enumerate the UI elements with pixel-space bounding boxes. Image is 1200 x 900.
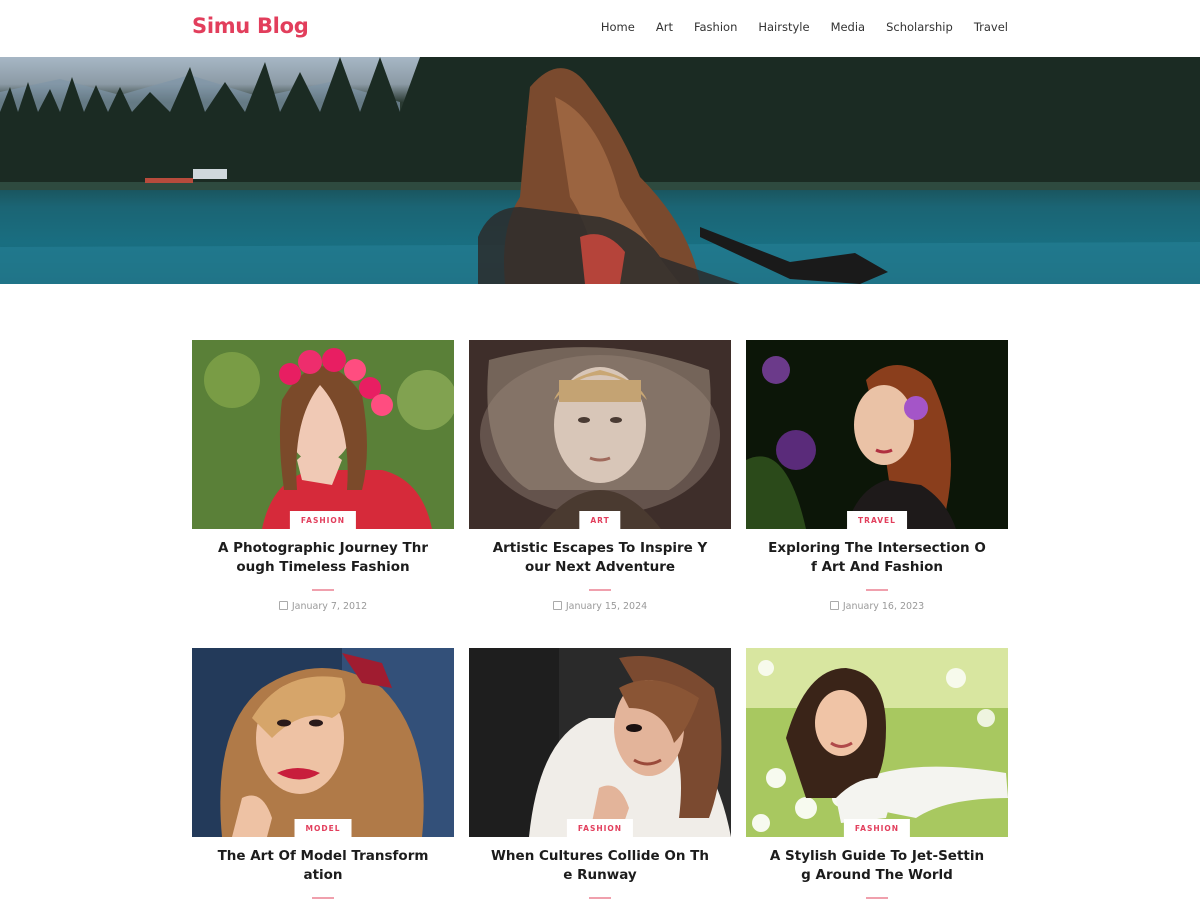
post-thumbnail[interactable]: ART xyxy=(469,340,731,529)
post-card[interactable]: MODEL The Art Of Model Transformation xyxy=(192,648,454,899)
nav-item-home[interactable]: Home xyxy=(601,20,635,34)
post-title[interactable]: A Stylish Guide To Jet-Setting Around Th… xyxy=(746,847,1008,885)
nav-item-fashion[interactable]: Fashion xyxy=(694,20,737,34)
post-thumbnail[interactable]: TRAVEL xyxy=(746,340,1008,529)
post-date: January 16, 2023 xyxy=(746,600,1008,612)
hero-banner-image xyxy=(0,57,1200,284)
site-header: Simu Blog Home Art Fashion Hairstyle Med… xyxy=(0,0,1200,57)
nav-item-art[interactable]: Art xyxy=(656,20,673,34)
title-separator xyxy=(312,897,334,899)
title-separator xyxy=(866,589,888,591)
post-card[interactable]: FASHION A Stylish Guide To Jet-Setting A… xyxy=(746,648,1008,899)
calendar-icon xyxy=(552,600,562,610)
post-title[interactable]: The Art Of Model Transformation xyxy=(192,847,454,885)
category-badge[interactable]: FASHION xyxy=(566,819,634,837)
nav-item-hairstyle[interactable]: Hairstyle xyxy=(758,20,809,34)
site-logo[interactable]: Simu Blog xyxy=(192,14,309,38)
post-card[interactable]: FASHION When Cultures Collide On The Run… xyxy=(469,648,731,899)
post-date: January 15, 2024 xyxy=(469,600,731,612)
title-separator xyxy=(312,589,334,591)
nav-item-travel[interactable]: Travel xyxy=(974,20,1008,34)
calendar-icon xyxy=(829,600,839,610)
category-badge[interactable]: MODEL xyxy=(294,819,352,837)
main-nav: Home Art Fashion Hairstyle Media Scholar… xyxy=(601,20,1008,34)
category-badge[interactable]: FASHION xyxy=(843,819,911,837)
title-separator xyxy=(589,589,611,591)
post-date: January 7, 2012 xyxy=(192,600,454,612)
title-separator xyxy=(866,897,888,899)
post-title[interactable]: Exploring The Intersection Of Art And Fa… xyxy=(746,539,1008,577)
post-card[interactable]: ART Artistic Escapes To Inspire Your Nex… xyxy=(469,340,731,612)
post-date-text: January 7, 2012 xyxy=(291,600,368,612)
post-thumbnail[interactable]: FASHION xyxy=(469,648,731,837)
nav-item-scholarship[interactable]: Scholarship xyxy=(886,20,953,34)
post-thumbnail[interactable]: FASHION xyxy=(192,340,454,529)
category-badge[interactable]: ART xyxy=(579,511,621,529)
post-date-text: January 16, 2023 xyxy=(842,600,925,612)
calendar-icon xyxy=(278,600,288,610)
post-thumbnail[interactable]: FASHION xyxy=(746,648,1008,837)
nav-item-media[interactable]: Media xyxy=(831,20,866,34)
post-thumbnail[interactable]: MODEL xyxy=(192,648,454,837)
title-separator xyxy=(589,897,611,899)
post-date-text: January 15, 2024 xyxy=(565,600,648,612)
category-badge[interactable]: FASHION xyxy=(289,511,357,529)
category-badge[interactable]: TRAVEL xyxy=(847,511,907,529)
post-card[interactable]: TRAVEL Exploring The Intersection Of Art… xyxy=(746,340,1008,612)
post-title[interactable]: A Photographic Journey Through Timeless … xyxy=(192,539,454,577)
post-title[interactable]: When Cultures Collide On The Runway xyxy=(469,847,731,885)
post-title[interactable]: Artistic Escapes To Inspire Your Next Ad… xyxy=(469,539,731,577)
post-card[interactable]: FASHION A Photographic Journey Through T… xyxy=(192,340,454,612)
